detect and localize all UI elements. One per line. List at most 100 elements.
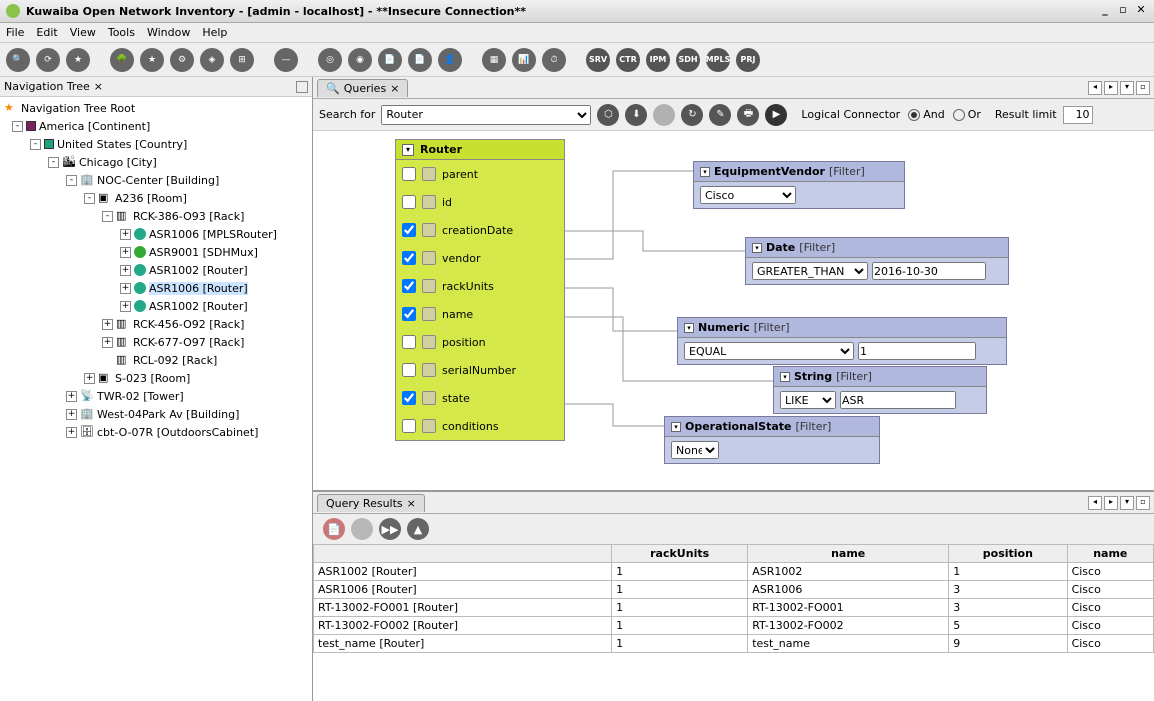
table-row[interactable]: test_name [Router]1test_name9Cisco bbox=[314, 635, 1154, 653]
tree-item[interactable]: +ASR1002 [Router] bbox=[0, 297, 312, 315]
col-header[interactable]: name bbox=[1067, 545, 1153, 563]
toolbar-sdh-button[interactable]: SDH bbox=[676, 48, 700, 72]
tab-query-results[interactable]: Query Results × bbox=[317, 494, 425, 512]
toolbar-icon[interactable]: 📊 bbox=[512, 48, 536, 72]
toolbar-icon[interactable]: ⏱ bbox=[542, 48, 566, 72]
attr-check[interactable] bbox=[402, 223, 416, 237]
new-query-button[interactable]: ⬡ bbox=[597, 104, 619, 126]
filter-operationalstate[interactable]: ▾OperationalState[Filter] None bbox=[664, 416, 880, 464]
tree-toggle[interactable]: - bbox=[102, 211, 113, 222]
tree-item[interactable]: -America [Continent] bbox=[0, 117, 312, 135]
limit-input[interactable] bbox=[1063, 106, 1093, 124]
toolbar-icon[interactable]: ◎ bbox=[318, 48, 342, 72]
tree-item[interactable]: +ASR9001 [SDHMux] bbox=[0, 243, 312, 261]
minimize-button[interactable]: _ bbox=[1098, 4, 1112, 18]
tab-max-button[interactable]: ▫ bbox=[1136, 81, 1150, 95]
query-canvas[interactable]: ▾Router parentidcreationDatevendorrackUn… bbox=[313, 131, 1154, 491]
attr-id[interactable]: id bbox=[396, 188, 564, 216]
tree-toggle[interactable]: - bbox=[66, 175, 77, 186]
results-menu-button[interactable]: ▾ bbox=[1120, 496, 1134, 510]
tree-toggle[interactable]: + bbox=[66, 409, 77, 420]
toolbar-icon[interactable]: ★ bbox=[66, 48, 90, 72]
attr-name[interactable]: name bbox=[396, 300, 564, 328]
tab-close-icon[interactable]: × bbox=[390, 82, 399, 95]
attr-conditions[interactable]: conditions bbox=[396, 412, 564, 440]
toolbar-srv-button[interactable]: SRV bbox=[586, 48, 610, 72]
numeric-op-select[interactable]: EQUAL bbox=[684, 342, 854, 360]
table-row[interactable]: RT-13002-FO002 [Router]1RT-13002-FO0025C… bbox=[314, 617, 1154, 635]
string-value-input[interactable] bbox=[840, 391, 956, 409]
refresh-query-button[interactable]: ↻ bbox=[681, 104, 703, 126]
tree-item[interactable]: +▥RCK-677-O97 [Rack] bbox=[0, 333, 312, 351]
tab-prev-button[interactable]: ◂ bbox=[1088, 81, 1102, 95]
visibility-icon[interactable] bbox=[422, 223, 436, 237]
menu-file[interactable]: File bbox=[6, 26, 24, 39]
numeric-value-input[interactable] bbox=[858, 342, 976, 360]
tab-menu-button[interactable]: ▾ bbox=[1120, 81, 1134, 95]
tree-item[interactable]: -▣A236 [Room] bbox=[0, 189, 312, 207]
nav-close-icon[interactable]: × bbox=[94, 80, 103, 93]
menu-tools[interactable]: Tools bbox=[108, 26, 135, 39]
results-up-button[interactable]: ▲ bbox=[407, 518, 429, 540]
tree-item[interactable]: +ASR1002 [Router] bbox=[0, 261, 312, 279]
toolbar-icon[interactable]: ◈ bbox=[200, 48, 224, 72]
tree-item[interactable]: +ASR1006 [Router] bbox=[0, 279, 312, 297]
opstate-select[interactable]: None bbox=[671, 441, 719, 459]
toolbar-icon[interactable]: ▦ bbox=[482, 48, 506, 72]
nav-dock-button[interactable] bbox=[296, 81, 308, 93]
results-next-page-button[interactable]: ▶▶ bbox=[379, 518, 401, 540]
tree-item[interactable]: +📡TWR-02 [Tower] bbox=[0, 387, 312, 405]
attr-check[interactable] bbox=[402, 391, 416, 405]
tree-toggle[interactable]: + bbox=[120, 229, 131, 240]
results-next-button[interactable]: ▸ bbox=[1104, 496, 1118, 510]
tree-item[interactable]: -United States [Country] bbox=[0, 135, 312, 153]
menu-edit[interactable]: Edit bbox=[36, 26, 57, 39]
toolbar-icon[interactable]: 📄 bbox=[378, 48, 402, 72]
toolbar-icon[interactable]: ⟳ bbox=[36, 48, 60, 72]
tree-toggle[interactable]: + bbox=[102, 337, 113, 348]
results-tab-close-icon[interactable]: × bbox=[407, 497, 416, 510]
toolbar-icon[interactable]: 📄 bbox=[408, 48, 432, 72]
toolbar-ctr-button[interactable]: CTR bbox=[616, 48, 640, 72]
filter-numeric[interactable]: ▾Numeric[Filter] EQUAL bbox=[677, 317, 1007, 365]
visibility-icon[interactable] bbox=[422, 251, 436, 265]
col-header[interactable]: rackUnits bbox=[612, 545, 748, 563]
search-class-select[interactable]: Router bbox=[381, 105, 591, 125]
attr-check[interactable] bbox=[402, 251, 416, 265]
tree-item[interactable]: -▥RCK-386-O93 [Rack] bbox=[0, 207, 312, 225]
tree-item[interactable]: +▥RCK-456-O92 [Rack] bbox=[0, 315, 312, 333]
tab-next-button[interactable]: ▸ bbox=[1104, 81, 1118, 95]
edit-query-button[interactable]: ✎ bbox=[709, 104, 731, 126]
filter-equipmentvendor[interactable]: ▾EquipmentVendor[Filter] Cisco bbox=[693, 161, 905, 209]
class-box-router[interactable]: ▾Router parentidcreationDatevendorrackUn… bbox=[395, 139, 565, 441]
save-query-button[interactable]: ⬇ bbox=[625, 104, 647, 126]
visibility-icon[interactable] bbox=[422, 335, 436, 349]
tree-item[interactable]: +🏢West-04Park Av [Building] bbox=[0, 405, 312, 423]
results-max-button[interactable]: ▫ bbox=[1136, 496, 1150, 510]
toolbar-ipm-button[interactable]: IPM bbox=[646, 48, 670, 72]
toolbar-icon[interactable]: ◉ bbox=[348, 48, 372, 72]
run-query-button[interactable]: ▶ bbox=[765, 104, 787, 126]
tree-toggle[interactable]: + bbox=[120, 265, 131, 276]
attr-creationDate[interactable]: creationDate bbox=[396, 216, 564, 244]
table-row[interactable]: RT-13002-FO001 [Router]1RT-13002-FO0013C… bbox=[314, 599, 1154, 617]
tree-toggle[interactable]: + bbox=[66, 427, 77, 438]
tree-root-label[interactable]: Navigation Tree Root bbox=[21, 102, 135, 115]
date-value-input[interactable] bbox=[872, 262, 986, 280]
menu-window[interactable]: Window bbox=[147, 26, 190, 39]
table-row[interactable]: ASR1006 [Router]1ASR10063Cisco bbox=[314, 581, 1154, 599]
toolbar-icon[interactable]: 🔍 bbox=[6, 48, 30, 72]
connector-and-radio[interactable]: And bbox=[908, 108, 944, 121]
toolbar-icon[interactable]: ⊞ bbox=[230, 48, 254, 72]
tree-item[interactable]: +ASR1006 [MPLSRouter] bbox=[0, 225, 312, 243]
visibility-icon[interactable] bbox=[422, 419, 436, 433]
attr-vendor[interactable]: vendor bbox=[396, 244, 564, 272]
tab-queries[interactable]: 🔍 Queries × bbox=[317, 79, 408, 97]
visibility-icon[interactable] bbox=[422, 307, 436, 321]
close-button[interactable]: ✕ bbox=[1134, 4, 1148, 18]
visibility-icon[interactable] bbox=[422, 363, 436, 377]
attr-check[interactable] bbox=[402, 363, 416, 377]
attr-rackUnits[interactable]: rackUnits bbox=[396, 272, 564, 300]
menu-view[interactable]: View bbox=[70, 26, 96, 39]
results-table[interactable]: rackUnitsnamepositionname ASR1002 [Route… bbox=[313, 544, 1154, 653]
